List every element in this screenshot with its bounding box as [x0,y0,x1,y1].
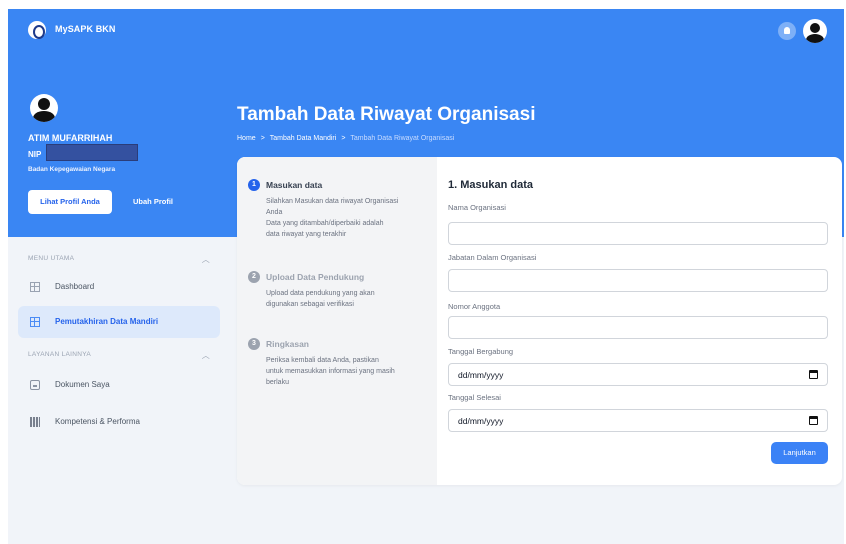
avatar-head [38,98,50,110]
avatar-body [33,111,55,122]
sidebar-item-kompetensi[interactable]: Kompetensi & Performa [18,406,220,438]
steps-panel: 1 Masukan data Silahkan Masukan data riw… [237,157,437,485]
view-profile-button[interactable]: Lihat Profil Anda [28,190,112,214]
nomor-anggota-input[interactable] [448,316,828,339]
app-window: MySAPK BKN ATIM MUFARRIHAH NIP Badan Kep… [8,9,844,544]
step-desc-line: Anda [266,209,283,216]
step-desc-line: Silahkan Masukan data riwayat Organisasi [266,198,399,205]
step-desc-line: digunakan sebagai verifikasi [266,301,354,308]
nomor-anggota-label: Nomor Anggota [448,302,501,311]
app-title: MySAPK BKN [55,24,116,34]
chevron-up-icon[interactable]: ︿ [202,254,210,265]
tanggal-selesai-date-input[interactable]: dd/mm/yyyy [448,409,828,432]
step-desc-line: data riwayat yang terakhir [266,231,347,238]
breadcrumb-current: Tambah Data Riwayat Organisasi [350,135,455,142]
step-desc-line: Upload data pendukung yang akan [266,290,375,297]
user-avatar-icon[interactable] [803,19,827,43]
sidebar-item-dokumen-saya[interactable]: Dokumen Saya [18,369,220,401]
profile-avatar [30,94,58,122]
step-title: Masukan data [266,180,323,190]
avatar-body [806,34,824,43]
breadcrumb: Home > Tambah Data Mandiri > Tambah Data Riw… [237,135,454,142]
step-number-badge: 2 [248,271,260,283]
calendar-icon[interactable] [809,416,818,425]
step-desc-line: Data yang ditambah/diperbaiki adalah [266,220,384,227]
document-icon [30,380,40,390]
section-title: LAYANAN LAINNYA [28,351,92,358]
edit-profile-button[interactable]: Ubah Profil [121,190,185,214]
user-name: ATIM MUFARRIHAH [28,133,113,143]
grid-icon [30,317,40,327]
step-title: Ringkasan [266,339,309,349]
sidebar-item-dashboard[interactable]: Dashboard [18,271,220,303]
date-value: dd/mm/yyyy [458,416,504,426]
date-value: dd/mm/yyyy [458,370,504,380]
form-card: 1 Masukan data Silahkan Masukan data riw… [237,157,842,485]
breadcrumb-separator: > [260,135,265,142]
step-number-badge: 1 [248,179,260,191]
nama-organisasi-label: Nama Organisasi [448,203,506,212]
breadcrumb-tambah-data-mandiri[interactable]: Tambah Data Mandiri [270,135,337,142]
step-description: Periksa kembali data Anda, pastikan untu… [266,355,426,388]
nama-organisasi-input[interactable] [448,222,828,245]
sidebar-item-label: Pemutakhiran Data Mandiri [55,317,159,326]
section-menu-utama[interactable]: MENU UTAMA ︿ [28,254,210,265]
form-heading: 1. Masukan data [448,179,533,191]
step-number-badge: 3 [248,338,260,350]
calendar-icon[interactable] [809,370,818,379]
jabatan-label: Jabatan Dalam Organisasi [448,253,537,262]
sidebar-item-label: Dokumen Saya [55,380,110,389]
step-description: Silahkan Masukan data riwayat Organisasi… [266,196,426,240]
sidebar-item-pemutakhiran-data[interactable]: Pemutakhiran Data Mandiri [18,306,220,338]
step-desc-line: untuk memasukkan informasi yang masih [266,368,395,375]
step-title: Upload Data Pendukung [266,272,365,282]
lanjutkan-button[interactable]: Lanjutkan [771,442,828,464]
breadcrumb-home[interactable]: Home [237,135,256,142]
chevron-up-icon[interactable]: ︿ [202,350,210,361]
nip-redacted [46,144,138,161]
tanggal-bergabung-label: Tanggal Bergabung [448,347,514,356]
step-description: Upload data pendukung yang akan digunaka… [266,288,426,310]
organization-name: Badan Kepegawaian Negara [28,166,116,173]
tanggal-selesai-label: Tanggal Selesai [448,393,501,402]
page-title: Tambah Data Riwayat Organisasi [237,104,536,125]
dashboard-grid-icon [30,282,40,292]
step-desc-line: Periksa kembali data Anda, pastikan [266,357,379,364]
step-desc-line: berlaku [266,379,289,386]
avatar-head [810,23,820,33]
form-area: 1. Masukan data Nama Organisasi Jabatan … [448,157,842,485]
tanggal-bergabung-date-input[interactable]: dd/mm/yyyy [448,363,828,386]
bkn-logo-icon[interactable] [28,21,46,39]
breadcrumb-separator: > [341,135,346,142]
notification-bell-icon[interactable] [778,22,796,40]
nip-label: NIP [28,150,42,159]
jabatan-input[interactable] [448,269,828,292]
section-title: MENU UTAMA [28,255,75,262]
chart-icon [30,417,40,427]
sidebar-item-label: Dashboard [55,282,95,291]
sidebar-item-label: Kompetensi & Performa [55,417,140,426]
section-layanan-lainnya[interactable]: LAYANAN LAINNYA ︿ [28,350,210,361]
